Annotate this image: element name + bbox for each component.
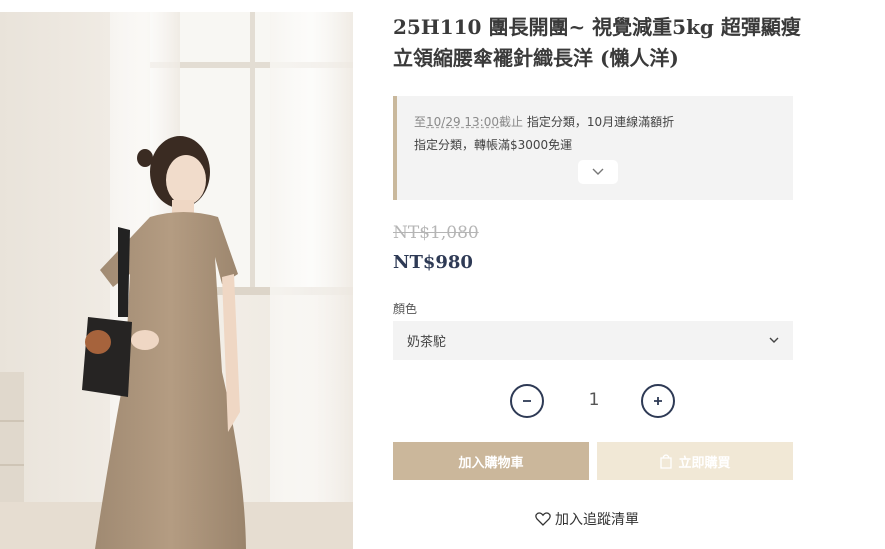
quantity-value[interactable]: 1 [572, 390, 616, 410]
promo-text-1: 指定分類，10月連線滿額折 [526, 115, 675, 129]
promotion-box: 至10/29 13:00截止 指定分類，10月連線滿額折 指定分類，轉帳滿$30… [393, 96, 793, 200]
quantity-decrease-button[interactable] [510, 384, 544, 418]
buy-now-button[interactable]: 立即購買 [597, 442, 793, 480]
color-option-label: 顏色 [393, 302, 418, 316]
product-image [0, 12, 353, 549]
promo-expand-button[interactable] [578, 160, 618, 184]
chevron-down-icon [769, 337, 779, 343]
original-price: NT$1,080 [393, 223, 479, 243]
color-select-value: 奶茶駝 [407, 335, 447, 350]
promo-text-2: 指定分類，轉帳滿$3000免運 [414, 138, 573, 152]
add-to-cart-button[interactable]: 加入購物車 [393, 442, 589, 480]
chevron-down-icon [592, 168, 604, 175]
shopping-bag-icon [660, 454, 673, 469]
add-to-wishlist-link[interactable]: 加入追蹤清單 [535, 509, 639, 529]
buy-now-label: 立即購買 [678, 455, 731, 471]
product-info: 25H110 團長開團~ 視覺減重5kg 超彈顯瘦立領縮腰傘襬針織長洋 (懶人洋… [393, 12, 801, 74]
promo-deadline-suffix: 截止 [499, 115, 524, 129]
plus-icon [654, 397, 662, 405]
heart-icon [535, 512, 551, 526]
quantity-increase-button[interactable] [641, 384, 675, 418]
quantity-stepper: 1 [510, 384, 676, 418]
promo-line-2: 指定分類，轉帳滿$3000免運 [414, 136, 793, 159]
product-title: 25H110 團長開團~ 視覺減重5kg 超彈顯瘦立領縮腰傘襬針織長洋 (懶人洋… [393, 15, 801, 70]
minus-icon [523, 400, 531, 402]
promo-deadline-prefix: 至 [414, 115, 427, 129]
color-select[interactable]: 奶茶駝 [393, 321, 793, 360]
sale-price: NT$980 [393, 252, 473, 273]
promo-deadline[interactable]: 10/29 13:00 [426, 115, 499, 129]
product-photo-illustration [0, 12, 353, 549]
promo-line-1: 至10/29 13:00截止 指定分類，10月連線滿額折 [414, 113, 793, 136]
wishlist-label: 加入追蹤清單 [555, 512, 639, 528]
